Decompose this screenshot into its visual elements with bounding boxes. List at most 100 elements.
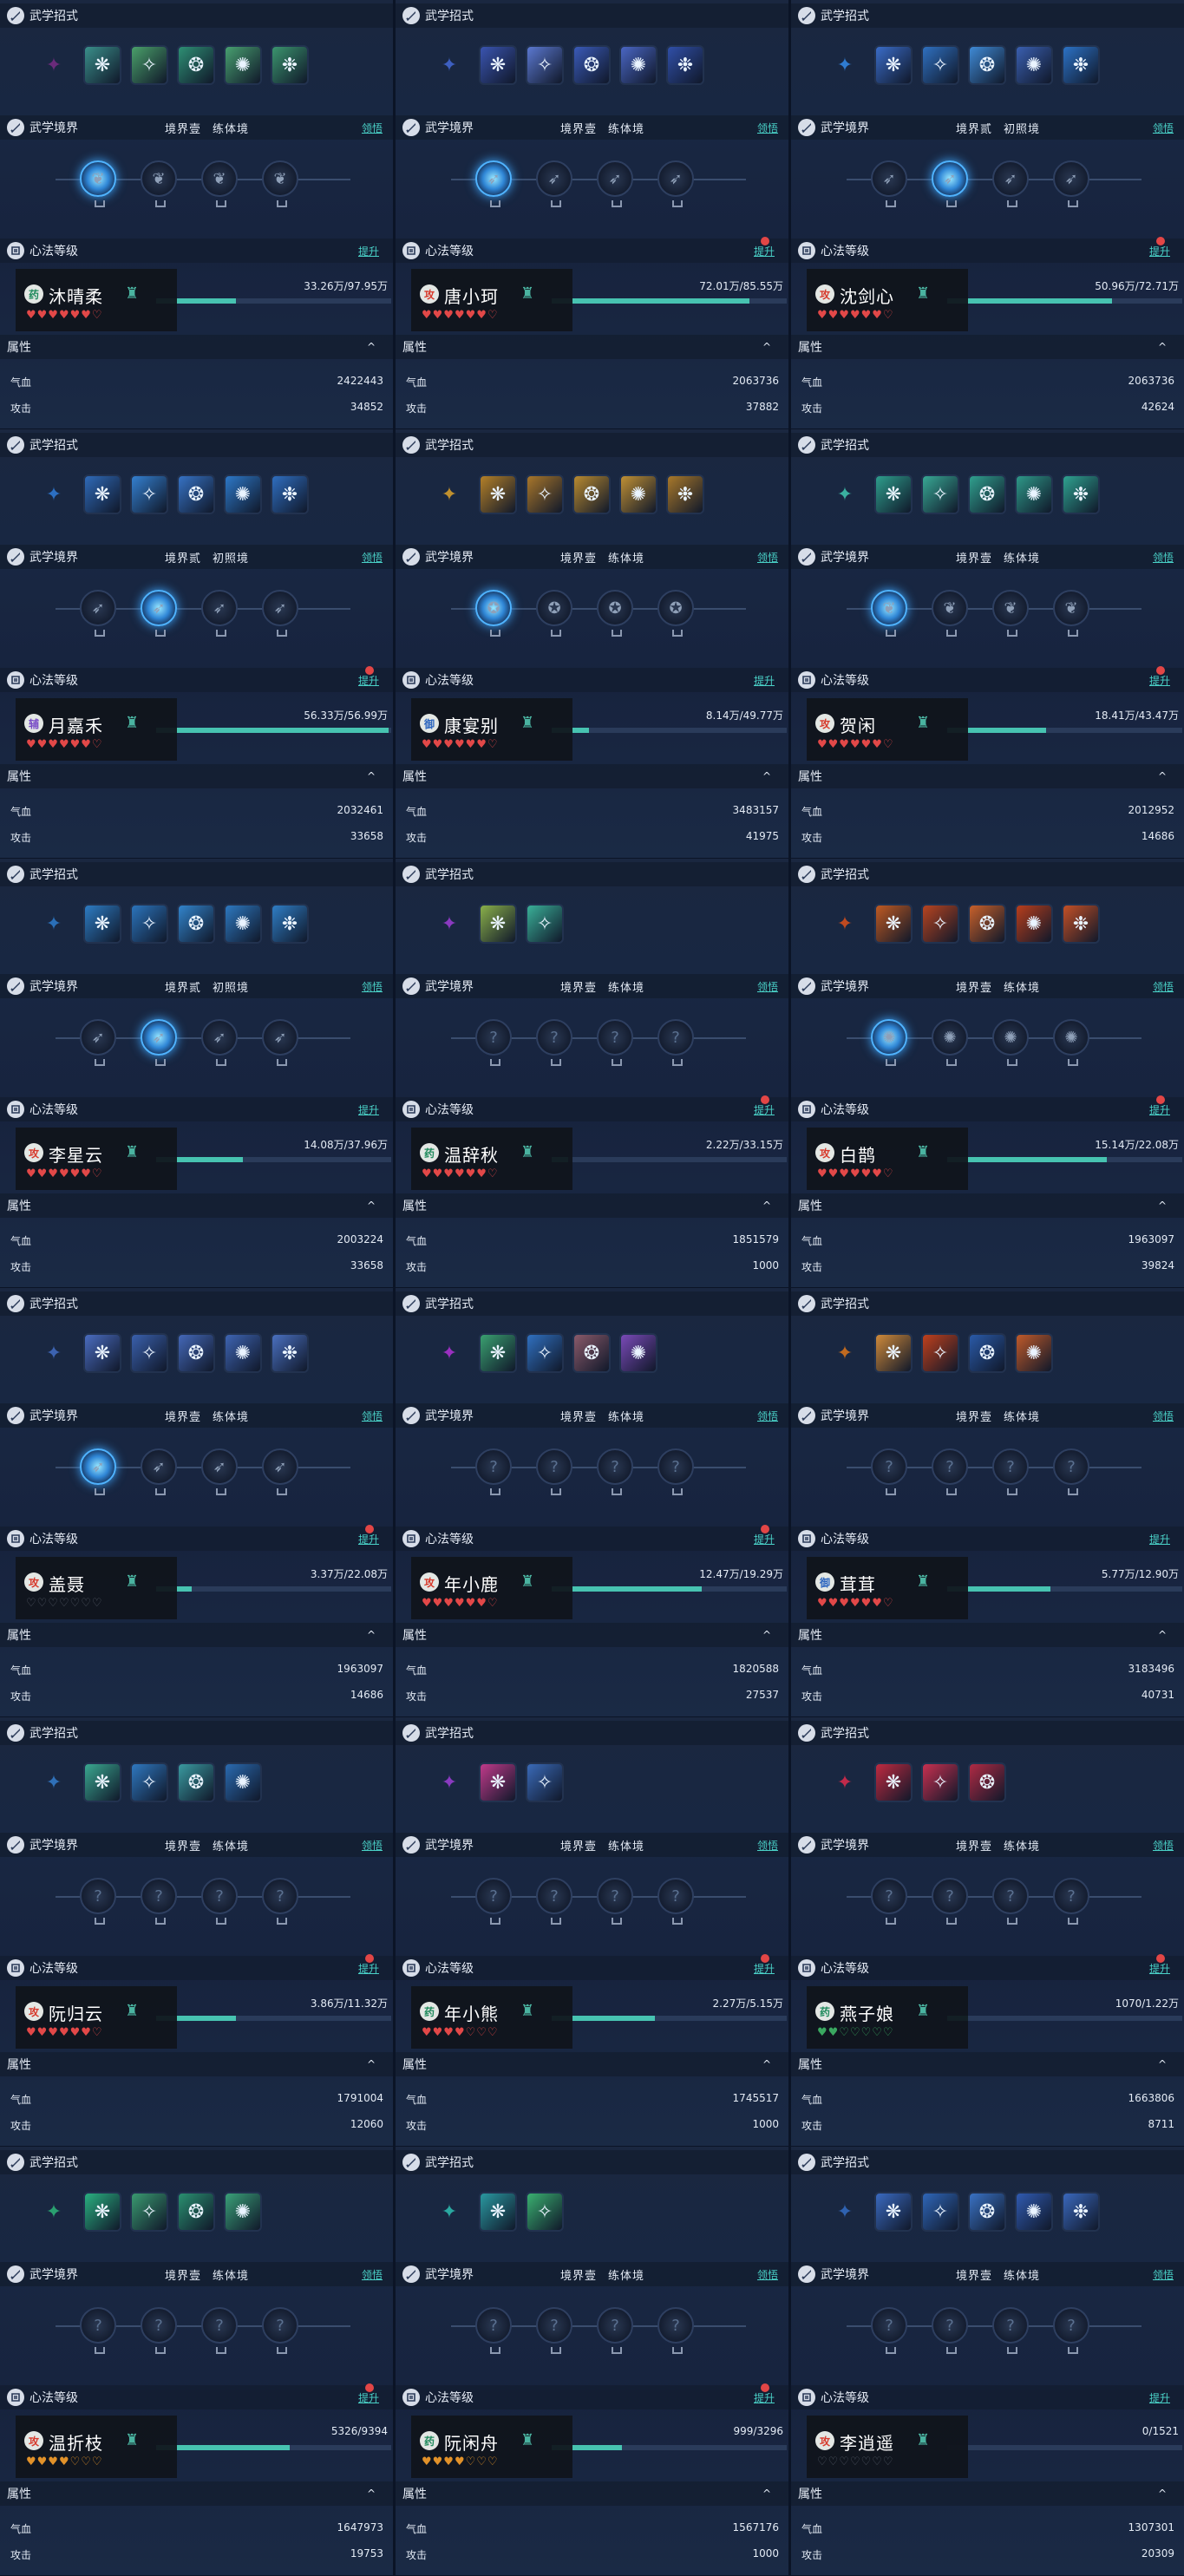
collapse-icon[interactable]: ^ xyxy=(762,770,771,782)
collapse-icon[interactable]: ^ xyxy=(367,1629,376,1641)
character-card[interactable]: 辅 月嘉禾 ♜ ♥♥♥♥♥♥♡ xyxy=(16,698,177,761)
realm-node[interactable]: ❦ xyxy=(1053,590,1089,637)
realm-node[interactable]: ? xyxy=(201,1878,238,1925)
skill-icon[interactable]: ❉ xyxy=(1062,904,1100,944)
skill-icon[interactable]: ❉ xyxy=(1062,474,1100,514)
realm-node[interactable]: ? xyxy=(932,1448,968,1495)
collapse-icon[interactable]: ^ xyxy=(1158,1629,1167,1641)
attr-header[interactable]: 属性 ^ xyxy=(0,1193,393,1218)
skill-icon[interactable]: ❋ xyxy=(479,474,517,514)
realm-node[interactable]: ? xyxy=(141,1878,177,1925)
skill-icon[interactable]: ❋ xyxy=(83,45,121,85)
realm-node[interactable]: ➶ xyxy=(992,160,1029,207)
character-card[interactable]: 药 阮闲舟 ♜ ♥♥♥♥♡♡♡ xyxy=(411,2416,572,2478)
skill-icon[interactable]: ✧ xyxy=(526,45,564,85)
realm-node[interactable]: ? xyxy=(597,2307,633,2354)
skill-icon[interactable]: ✧ xyxy=(921,1762,959,1802)
realm-node[interactable]: ❦ xyxy=(141,160,177,207)
skill-icon[interactable]: ✧ xyxy=(130,474,168,514)
realm-node[interactable]: ? xyxy=(1053,2307,1089,2354)
character-card[interactable]: 药 燕子娘 ♜ ♥♥♡♡♡♡♡ xyxy=(807,1986,968,2049)
attr-header[interactable]: 属性 ^ xyxy=(396,764,788,788)
lead-link[interactable]: 领悟 xyxy=(757,2267,778,2282)
realm-node[interactable]: ? xyxy=(475,1448,512,1495)
collapse-icon[interactable]: ^ xyxy=(1158,341,1167,353)
attr-header[interactable]: 属性 ^ xyxy=(791,1193,1184,1218)
skill-icon[interactable]: ❋ xyxy=(874,1762,913,1802)
skill-icon[interactable]: ✧ xyxy=(921,474,959,514)
attr-header[interactable]: 属性 ^ xyxy=(396,2481,788,2506)
realm-node[interactable]: ? xyxy=(536,1878,572,1925)
realm-node[interactable]: ➶ xyxy=(262,590,298,637)
skill-icon[interactable]: ❋ xyxy=(479,2192,517,2232)
skill-icon[interactable]: ❂ xyxy=(968,474,1006,514)
realm-node[interactable]: ? xyxy=(871,1448,907,1495)
realm-node[interactable]: ➶ xyxy=(932,160,968,207)
character-card[interactable]: 攻 李逍遥 ♜ ♡♡♡♡♡♡♡ xyxy=(807,2416,968,2478)
lead-link[interactable]: 领悟 xyxy=(757,121,778,135)
upgrade-button[interactable]: 提升 xyxy=(1149,1953,1170,1976)
skill-icon[interactable]: ✺ xyxy=(619,1333,657,1373)
main-skill-icon[interactable]: ✦ xyxy=(432,1762,467,1802)
attr-header[interactable]: 属性 ^ xyxy=(396,1623,788,1647)
skill-icon[interactable]: ✧ xyxy=(526,474,564,514)
skill-icon[interactable]: ✺ xyxy=(1015,474,1053,514)
skill-icon[interactable]: ✧ xyxy=(921,45,959,85)
attr-header[interactable]: 属性 ^ xyxy=(0,1623,393,1647)
realm-node[interactable]: ➶ xyxy=(536,160,572,207)
lead-link[interactable]: 领悟 xyxy=(362,1838,383,1853)
collapse-icon[interactable]: ^ xyxy=(762,2488,771,2500)
skill-icon[interactable]: ✧ xyxy=(130,1333,168,1373)
collapse-icon[interactable]: ^ xyxy=(367,1200,376,1212)
collapse-icon[interactable]: ^ xyxy=(762,1200,771,1212)
skill-icon[interactable]: ✧ xyxy=(921,1333,959,1373)
realm-node[interactable]: ✪ xyxy=(657,590,694,637)
collapse-icon[interactable]: ^ xyxy=(762,341,771,353)
character-card[interactable]: 攻 盖聂 ♜ ♡♡♡♡♡♡♡ xyxy=(16,1557,177,1619)
realm-node[interactable]: ➶ xyxy=(262,1448,298,1495)
realm-node[interactable]: ? xyxy=(536,1019,572,1066)
main-skill-icon[interactable]: ✦ xyxy=(432,45,467,85)
attr-header[interactable]: 属性 ^ xyxy=(791,2052,1184,2076)
skill-icon[interactable]: ❋ xyxy=(83,1333,121,1373)
lead-link[interactable]: 领悟 xyxy=(757,1409,778,1423)
lead-link[interactable]: 领悟 xyxy=(362,979,383,994)
skill-icon[interactable]: ❉ xyxy=(271,904,309,944)
skill-icon[interactable]: ✧ xyxy=(130,904,168,944)
collapse-icon[interactable]: ^ xyxy=(1158,2488,1167,2500)
skill-icon[interactable]: ❋ xyxy=(479,1762,517,1802)
character-card[interactable]: 攻 沈剑心 ♜ ♥♥♥♥♥♥♡ xyxy=(807,269,968,331)
skill-icon[interactable]: ✺ xyxy=(1015,2192,1053,2232)
upgrade-button[interactable]: 提升 xyxy=(358,244,379,258)
skill-icon[interactable]: ✺ xyxy=(224,2192,262,2232)
character-card[interactable]: 攻 唐小珂 ♜ ♥♥♥♥♥♥♡ xyxy=(411,269,572,331)
skill-icon[interactable]: ❋ xyxy=(83,904,121,944)
main-skill-icon[interactable]: ✦ xyxy=(827,1333,862,1373)
main-skill-icon[interactable]: ✦ xyxy=(36,1762,71,1802)
main-skill-icon[interactable]: ✦ xyxy=(827,904,862,944)
skill-icon[interactable]: ❉ xyxy=(666,474,704,514)
realm-node[interactable]: ? xyxy=(597,1019,633,1066)
upgrade-button[interactable]: 提升 xyxy=(358,665,379,688)
skill-icon[interactable]: ✺ xyxy=(224,1333,262,1373)
skill-icon[interactable]: ❋ xyxy=(479,45,517,85)
main-skill-icon[interactable]: ✦ xyxy=(36,1333,71,1373)
skill-icon[interactable]: ❂ xyxy=(968,1762,1006,1802)
character-card[interactable]: 药 年小熊 ♜ ♥♥♥♥♡♡♡ xyxy=(411,1986,572,2049)
realm-node[interactable]: ➶ xyxy=(141,590,177,637)
character-card[interactable]: 药 温辞秋 ♜ ♥♥♥♥♥♥♡ xyxy=(411,1128,572,1190)
realm-node[interactable]: ❦ xyxy=(992,590,1029,637)
skill-icon[interactable]: ❂ xyxy=(177,2192,215,2232)
skill-icon[interactable]: ✧ xyxy=(130,1762,168,1802)
main-skill-icon[interactable]: ✦ xyxy=(36,904,71,944)
realm-node[interactable]: ? xyxy=(657,2307,694,2354)
main-skill-icon[interactable]: ✦ xyxy=(827,45,862,85)
realm-node[interactable]: ❦ xyxy=(871,590,907,637)
realm-node[interactable]: ➶ xyxy=(657,160,694,207)
attr-header[interactable]: 属性 ^ xyxy=(791,764,1184,788)
realm-node[interactable]: ? xyxy=(992,1878,1029,1925)
skill-icon[interactable]: ❋ xyxy=(83,1762,121,1802)
lead-link[interactable]: 领悟 xyxy=(362,2267,383,2282)
realm-node[interactable]: ➶ xyxy=(475,160,512,207)
skill-icon[interactable]: ❋ xyxy=(874,904,913,944)
